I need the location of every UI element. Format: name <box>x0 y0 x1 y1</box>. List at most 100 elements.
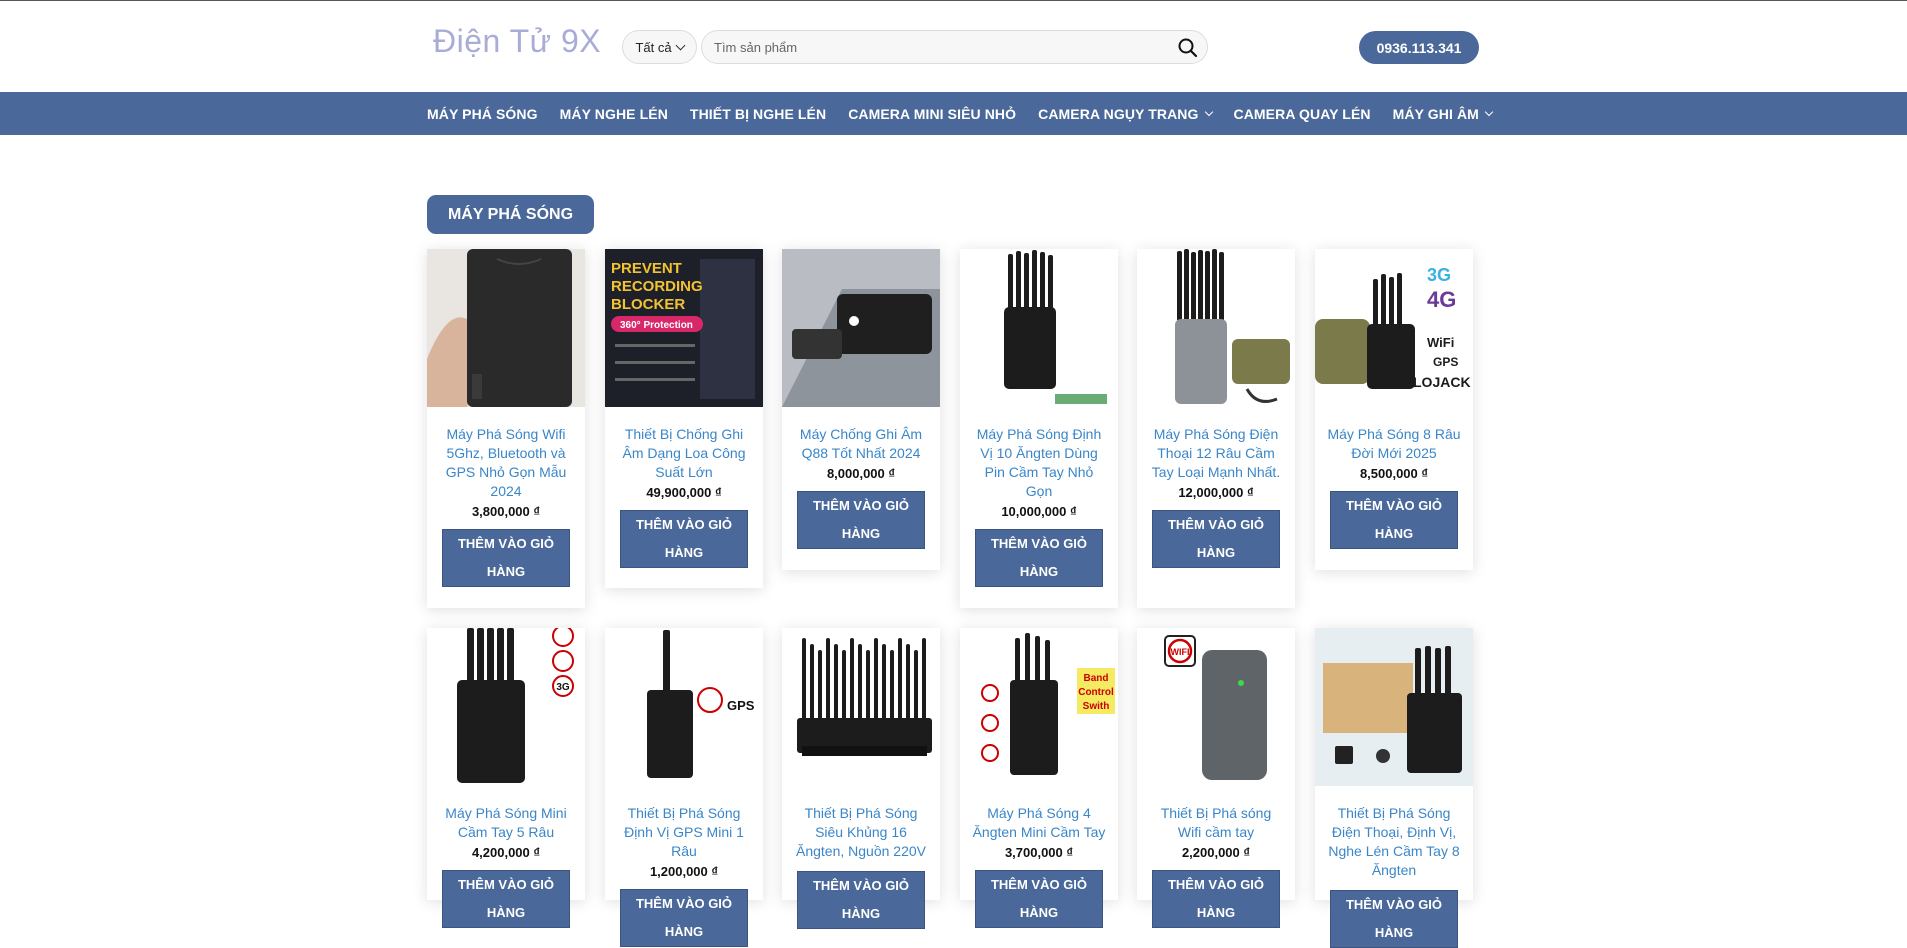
product-image[interactable]: 3G <box>427 628 585 786</box>
category-select-label: Tất cả <box>635 39 672 55</box>
add-to-cart-button[interactable]: THÊM VÀO GIỎ HÀNG <box>1152 510 1280 568</box>
svg-text:3G: 3G <box>556 682 570 693</box>
add-to-cart-button[interactable]: THÊM VÀO GIỎ HÀNG <box>1152 870 1280 928</box>
product-image[interactable]: WIFI <box>1137 628 1295 786</box>
search-bar: Tất cả <box>622 30 1208 64</box>
product-card: WIFI Thiết Bị Phá sóng Wifi cầm tay 2,200… <box>1137 628 1295 928</box>
chevron-down-icon <box>1484 107 1494 116</box>
add-to-cart-button[interactable]: THÊM VÀO GIỎ HÀNG <box>797 491 925 549</box>
product-card: PREVENT RECORDING BLOCKER 360° Protectio… <box>605 249 763 588</box>
product-name-link[interactable]: Thiết Bị Chống Ghi Âm Dạng Loa Công Suất… <box>617 425 751 482</box>
product-image[interactable] <box>427 249 585 407</box>
product-name-link[interactable]: Máy Phá Sóng 4 Ăngten Mini Cầm Tay <box>972 804 1106 842</box>
product-name-link[interactable]: Thiết Bị Phá sóng Wifi cầm tay <box>1149 804 1283 842</box>
product-price: 12,000,000 ₫ <box>1178 485 1254 500</box>
svg-text:BLOCKER: BLOCKER <box>611 296 685 313</box>
nav-item-label: CAMERA NGỤY TRANG <box>1038 105 1199 122</box>
add-to-cart-button[interactable]: THÊM VÀO GIỎ HÀNG <box>442 870 570 928</box>
add-to-cart-button[interactable]: THÊM VÀO GIỎ HÀNG <box>442 529 570 587</box>
svg-text:WIFI: WIFI <box>1171 647 1190 657</box>
svg-text:Control: Control <box>1078 687 1114 698</box>
chevron-down-icon <box>1204 107 1213 116</box>
product-name-link[interactable]: Máy Phá Sóng 8 Râu Đời Mới 2025 <box>1327 425 1461 463</box>
product-image[interactable]: 3G 4G WiFi GPS LOJACK <box>1315 249 1473 407</box>
category-select[interactable]: Tất cả <box>622 30 697 64</box>
product-image[interactable] <box>1137 249 1295 407</box>
svg-text:RECORDING: RECORDING <box>611 278 703 295</box>
nav-item[interactable]: CAMERA QUAY LÉN <box>1234 106 1371 122</box>
nav-item-label: CAMERA QUAY LÉN <box>1233 105 1371 122</box>
search-icon[interactable] <box>1177 37 1199 59</box>
add-to-cart-button[interactable]: THÊM VÀO GIỎ HÀNG <box>1330 491 1458 549</box>
add-to-cart-button[interactable]: THÊM VÀO GIỎ HÀNG <box>620 510 748 568</box>
nav-item[interactable]: MÁY PHÁ SÓNG <box>427 106 538 122</box>
nav-item-label: MÁY PHÁ SÓNG <box>427 105 538 122</box>
nav-item[interactable]: MÁY GHI ÂM <box>1392 105 1494 122</box>
product-price: 8,000,000 ₫ <box>826 466 896 481</box>
nav-item-label: THIẾT BỊ NGHE LÉN <box>689 105 827 122</box>
search-input[interactable] <box>714 31 1154 63</box>
product-card: Thiết Bị Phá Sóng Điện Thoại, Định Vị, N… <box>1315 628 1473 948</box>
product-price: 8,500,000 ₫ <box>1359 466 1429 481</box>
product-price: 10,000,000 ₫ <box>1001 504 1077 519</box>
product-card: Máy Phá Sóng Điện Thoại 12 Râu Cầm Tay L… <box>1137 249 1295 608</box>
product-card: 3G Máy Phá Sóng Mini Cầm Tay 5 Râu 4,200,0… <box>427 628 585 928</box>
product-image[interactable]: GPS <box>605 628 763 786</box>
svg-text:360° Protection: 360° Protection <box>620 320 693 331</box>
product-name-link[interactable]: Thiết Bị Phá Sóng Định Vị GPS Mini 1 Râu <box>617 804 751 861</box>
product-card: Máy Chống Ghi Âm Q88 Tốt Nhất 2024 8,000,… <box>782 249 940 570</box>
nav-item-label: CAMERA MINI SIÊU NHỎ <box>848 105 1017 122</box>
product-card: 3G 4G WiFi GPS LOJACK Máy Phá Sóng 8 Râu … <box>1315 249 1473 570</box>
chevron-down-icon <box>675 40 686 50</box>
product-card: Thiết Bị Phá Sóng Siêu Khủng 16 Ăngten, … <box>782 628 940 929</box>
product-name-link[interactable]: Máy Phá Sóng Mini Cầm Tay 5 Râu <box>439 804 573 842</box>
add-to-cart-button[interactable]: THÊM VÀO GIỎ HÀNG <box>975 870 1103 928</box>
search-field <box>701 30 1208 64</box>
product-price: 1,200,000 ₫ <box>649 864 719 879</box>
product-image[interactable] <box>960 249 1118 407</box>
svg-text:3G: 3G <box>1427 265 1451 285</box>
nav-item-label: MÁY GHI ÂM <box>1392 105 1479 122</box>
add-to-cart-button[interactable]: THÊM VÀO GIỎ HÀNG <box>1330 890 1458 948</box>
nav-item[interactable]: CAMERA MINI SIÊU NHỎ <box>848 106 1016 122</box>
nav-item-label: MÁY NGHE LÉN <box>559 105 668 122</box>
nav-item[interactable]: MÁY NGHE LÉN <box>560 106 668 122</box>
product-price: 2,200,000 ₫ <box>1181 845 1251 860</box>
add-to-cart-button[interactable]: THÊM VÀO GIỎ HÀNG <box>975 529 1103 587</box>
add-to-cart-button[interactable]: THÊM VÀO GIỎ HÀNG <box>620 889 748 947</box>
product-image[interactable]: PREVENT RECORDING BLOCKER 360° Protectio… <box>605 249 763 407</box>
product-price: 3,700,000 ₫ <box>1004 845 1074 860</box>
product-price: 49,900,000 ₫ <box>646 485 722 500</box>
nav-item[interactable]: THIẾT BỊ NGHE LÉN <box>690 106 826 122</box>
product-name-link[interactable]: Thiết Bị Phá Sóng Siêu Khủng 16 Ăngten, … <box>794 804 928 861</box>
product-name-link[interactable]: Máy Phá Sóng Định Vị 10 Ăngten Dùng Pin … <box>972 425 1106 501</box>
product-card: Máy Phá Sóng Wifi 5Ghz, Bluetooth và GPS… <box>427 249 585 608</box>
product-image[interactable] <box>782 628 940 786</box>
main-nav: MÁY PHÁ SÓNG MÁY NGHE LÉN THIẾT BỊ NGHE LÉ… <box>0 92 1907 135</box>
product-card: Máy Phá Sóng Định Vị 10 Ăngten Dùng Pin … <box>960 249 1118 608</box>
svg-text:GPS: GPS <box>1433 355 1458 369</box>
svg-text:PREVENT: PREVENT <box>611 260 682 277</box>
svg-text:Band: Band <box>1084 673 1109 684</box>
product-image[interactable] <box>782 249 940 407</box>
svg-text:LOJACK: LOJACK <box>1413 374 1471 390</box>
nav-item[interactable]: CAMERA NGỤY TRANG <box>1038 105 1213 122</box>
svg-text:WiFi: WiFi <box>1427 335 1454 350</box>
site-logo[interactable]: Điện Tử 9X <box>433 23 601 60</box>
product-card: Band Control Swith Máy Phá Sóng 4 Ăngten … <box>960 628 1118 928</box>
product-price: 3,800,000 ₫ <box>471 504 541 519</box>
product-name-link[interactable]: Thiết Bị Phá Sóng Điện Thoại, Định Vị, N… <box>1327 804 1461 880</box>
product-card: GPS Thiết Bị Phá Sóng Định Vị GPS Mini 1 … <box>605 628 763 947</box>
phone-button[interactable]: 0936.113.341 <box>1359 31 1479 64</box>
site-header: Điện Tử 9X Tất cả 0936.113.341 <box>0 1 1907 92</box>
product-image[interactable]: Band Control Swith <box>960 628 1118 786</box>
product-image[interactable] <box>1315 628 1473 786</box>
product-price: 4,200,000 ₫ <box>471 845 541 860</box>
section-title[interactable]: MÁY PHÁ SÓNG <box>427 195 594 234</box>
product-name-link[interactable]: Máy Phá Sóng Wifi 5Ghz, Bluetooth và GPS… <box>439 425 573 501</box>
product-name-link[interactable]: Máy Phá Sóng Điện Thoại 12 Râu Cầm Tay L… <box>1149 425 1283 482</box>
svg-text:Swith: Swith <box>1083 701 1110 712</box>
svg-text:4G: 4G <box>1427 287 1456 312</box>
nav-items: MÁY PHÁ SÓNG MÁY NGHE LÉN THIẾT BỊ NGHE LÉ… <box>427 92 1514 135</box>
product-name-link[interactable]: Máy Chống Ghi Âm Q88 Tốt Nhất 2024 <box>794 425 928 463</box>
